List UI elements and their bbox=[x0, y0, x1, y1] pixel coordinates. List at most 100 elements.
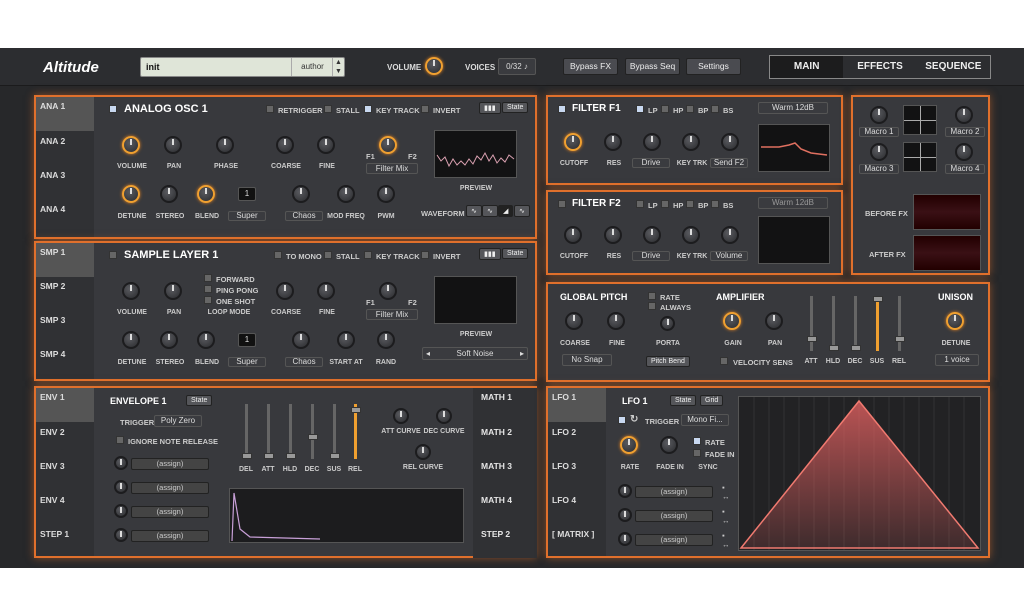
att-curve-knob[interactable] bbox=[393, 408, 409, 424]
macro-4-knob[interactable] bbox=[955, 143, 973, 161]
osc-mod-freq-knob[interactable] bbox=[337, 185, 355, 203]
loop-icon[interactable]: ↻ bbox=[630, 414, 638, 425]
lfo-trigger-select[interactable]: Mono Fi... bbox=[681, 414, 729, 426]
smp-stereo-knob[interactable] bbox=[160, 331, 178, 349]
lfo-state-button[interactable]: State bbox=[670, 395, 697, 406]
f2-volume-knob[interactable] bbox=[721, 226, 739, 244]
amp-att-slider[interactable] bbox=[806, 296, 817, 351]
f1-res-knob[interactable] bbox=[604, 133, 622, 151]
f2-volume-box[interactable]: Volume bbox=[710, 251, 748, 261]
f2-cutoff-knob[interactable] bbox=[564, 226, 582, 244]
osc-volume-knob[interactable] bbox=[122, 136, 140, 154]
lfo-assign-3[interactable]: (assign) bbox=[635, 534, 713, 546]
tab-smp-4[interactable]: SMP 4 bbox=[40, 349, 65, 359]
osc-state-button[interactable]: State bbox=[502, 102, 529, 113]
bypass-seq-button[interactable]: Bypass Seq bbox=[625, 58, 680, 75]
tab-env-1[interactable]: ENV 1 bbox=[40, 392, 65, 402]
porta-knob[interactable] bbox=[660, 316, 675, 331]
env-state-button[interactable]: State bbox=[186, 395, 213, 406]
f1-bs-checkbox[interactable] bbox=[711, 105, 719, 113]
waveform-sine-icon[interactable]: ∿ bbox=[466, 205, 482, 217]
bypass-fx-button[interactable]: Bypass FX bbox=[563, 58, 618, 75]
env-trigger-select[interactable]: Poly Zero bbox=[154, 415, 202, 427]
env-del-handle[interactable] bbox=[241, 453, 252, 459]
env-dec-handle[interactable] bbox=[307, 434, 318, 440]
lfo-link-3-icon[interactable]: ▪ ↔ bbox=[722, 531, 730, 549]
xy-pad-2[interactable] bbox=[903, 142, 937, 172]
amp-att-handle[interactable] bbox=[806, 336, 817, 342]
env-att-handle[interactable] bbox=[263, 453, 274, 459]
f1-cutoff-knob[interactable] bbox=[564, 133, 582, 151]
f2-lp-checkbox[interactable] bbox=[636, 200, 644, 208]
amp-gain-knob[interactable] bbox=[723, 312, 741, 330]
start-at-knob[interactable] bbox=[337, 331, 355, 349]
macro-1-label[interactable]: Macro 1 bbox=[859, 127, 899, 137]
invert-checkbox[interactable] bbox=[421, 105, 429, 113]
tab-ana-2[interactable]: ANA 2 bbox=[40, 136, 65, 146]
env-mod-4-knob[interactable] bbox=[114, 528, 128, 542]
rand-knob[interactable] bbox=[377, 331, 395, 349]
to-mono-checkbox[interactable] bbox=[274, 251, 282, 259]
smp-volume-knob[interactable] bbox=[122, 282, 140, 300]
osc-fine-knob[interactable] bbox=[317, 136, 335, 154]
tab-main[interactable]: MAIN bbox=[770, 56, 844, 78]
osc-chaos-knob[interactable] bbox=[292, 185, 310, 203]
tab-ana-3[interactable]: ANA 3 bbox=[40, 170, 65, 180]
macro-2-knob[interactable] bbox=[955, 106, 973, 124]
lfo-shape-editor[interactable] bbox=[738, 396, 981, 551]
xy-pad-1[interactable] bbox=[903, 105, 937, 135]
f1-hp-checkbox[interactable] bbox=[661, 105, 669, 113]
pitch-snap-box[interactable]: No Snap bbox=[562, 354, 612, 366]
preset-author[interactable]: author bbox=[291, 58, 333, 76]
env-sus-slider[interactable] bbox=[329, 404, 340, 459]
amp-sus-slider[interactable] bbox=[872, 296, 883, 351]
settings-button[interactable]: Settings bbox=[686, 58, 741, 75]
f2-hp-checkbox[interactable] bbox=[661, 200, 669, 208]
tab-ana-4[interactable]: ANA 4 bbox=[40, 204, 65, 214]
amp-sus-handle[interactable] bbox=[872, 296, 883, 302]
tab-effects[interactable]: EFFECTS bbox=[843, 56, 916, 78]
osc-coarse-knob[interactable] bbox=[276, 136, 294, 154]
unison-detune-knob[interactable] bbox=[946, 312, 964, 330]
amp-rel-handle[interactable] bbox=[894, 336, 905, 342]
sample-selector[interactable]: ◂ Soft Noise ▸ bbox=[422, 347, 528, 360]
lfo-fade-checkbox[interactable] bbox=[693, 449, 701, 457]
amp-hld-slider[interactable] bbox=[828, 296, 839, 351]
smp-chaos-knob[interactable] bbox=[292, 331, 310, 349]
env-mod-2-knob[interactable] bbox=[114, 480, 128, 494]
f2-drive-box[interactable]: Drive bbox=[632, 251, 670, 261]
f1-send-box[interactable]: Send F2 bbox=[710, 158, 748, 168]
smp-stall-checkbox[interactable] bbox=[324, 251, 332, 259]
tab-smp-2[interactable]: SMP 2 bbox=[40, 281, 65, 291]
tab-ana-1[interactable]: ANA 1 bbox=[40, 101, 65, 111]
env-sus-handle[interactable] bbox=[329, 453, 340, 459]
smp-super-box[interactable]: Super bbox=[228, 357, 266, 367]
smp-chaos-box[interactable]: Chaos bbox=[285, 357, 323, 367]
env-dec-slider[interactable] bbox=[307, 404, 318, 459]
env-mod-1-knob[interactable] bbox=[114, 456, 128, 470]
pitch-coarse-knob[interactable] bbox=[565, 312, 583, 330]
smp-invert-checkbox[interactable] bbox=[421, 251, 429, 259]
smp-coarse-knob[interactable] bbox=[276, 282, 294, 300]
smp-detune-knob[interactable] bbox=[122, 331, 140, 349]
osc-detune-knob[interactable] bbox=[122, 185, 140, 203]
macro-3-knob[interactable] bbox=[870, 143, 888, 161]
f2-bs-checkbox[interactable] bbox=[711, 200, 719, 208]
osc-enable-checkbox[interactable] bbox=[109, 105, 117, 113]
key-track-checkbox[interactable] bbox=[364, 105, 372, 113]
osc-super-box[interactable]: Super bbox=[228, 211, 266, 221]
env-hld-slider[interactable] bbox=[285, 404, 296, 459]
pitch-bend-button[interactable]: Pitch Bend bbox=[646, 356, 690, 367]
macro-3-label[interactable]: Macro 3 bbox=[859, 164, 899, 174]
smp-fine-knob[interactable] bbox=[317, 282, 335, 300]
lfo-assign-1[interactable]: (assign) bbox=[635, 486, 713, 498]
tab-step-2[interactable]: STEP 2 bbox=[481, 529, 510, 539]
amp-rel-slider[interactable] bbox=[894, 296, 905, 351]
f1-lp-checkbox[interactable] bbox=[636, 105, 644, 113]
velocity-sens-checkbox[interactable] bbox=[720, 357, 728, 365]
master-volume-knob[interactable] bbox=[425, 57, 443, 75]
ping-pong-checkbox[interactable] bbox=[204, 285, 212, 293]
tab-matrix[interactable]: [ MATRIX ] bbox=[552, 529, 594, 539]
tab-math-3[interactable]: MATH 3 bbox=[481, 461, 512, 471]
lfo-fade-in-knob[interactable] bbox=[660, 436, 678, 454]
